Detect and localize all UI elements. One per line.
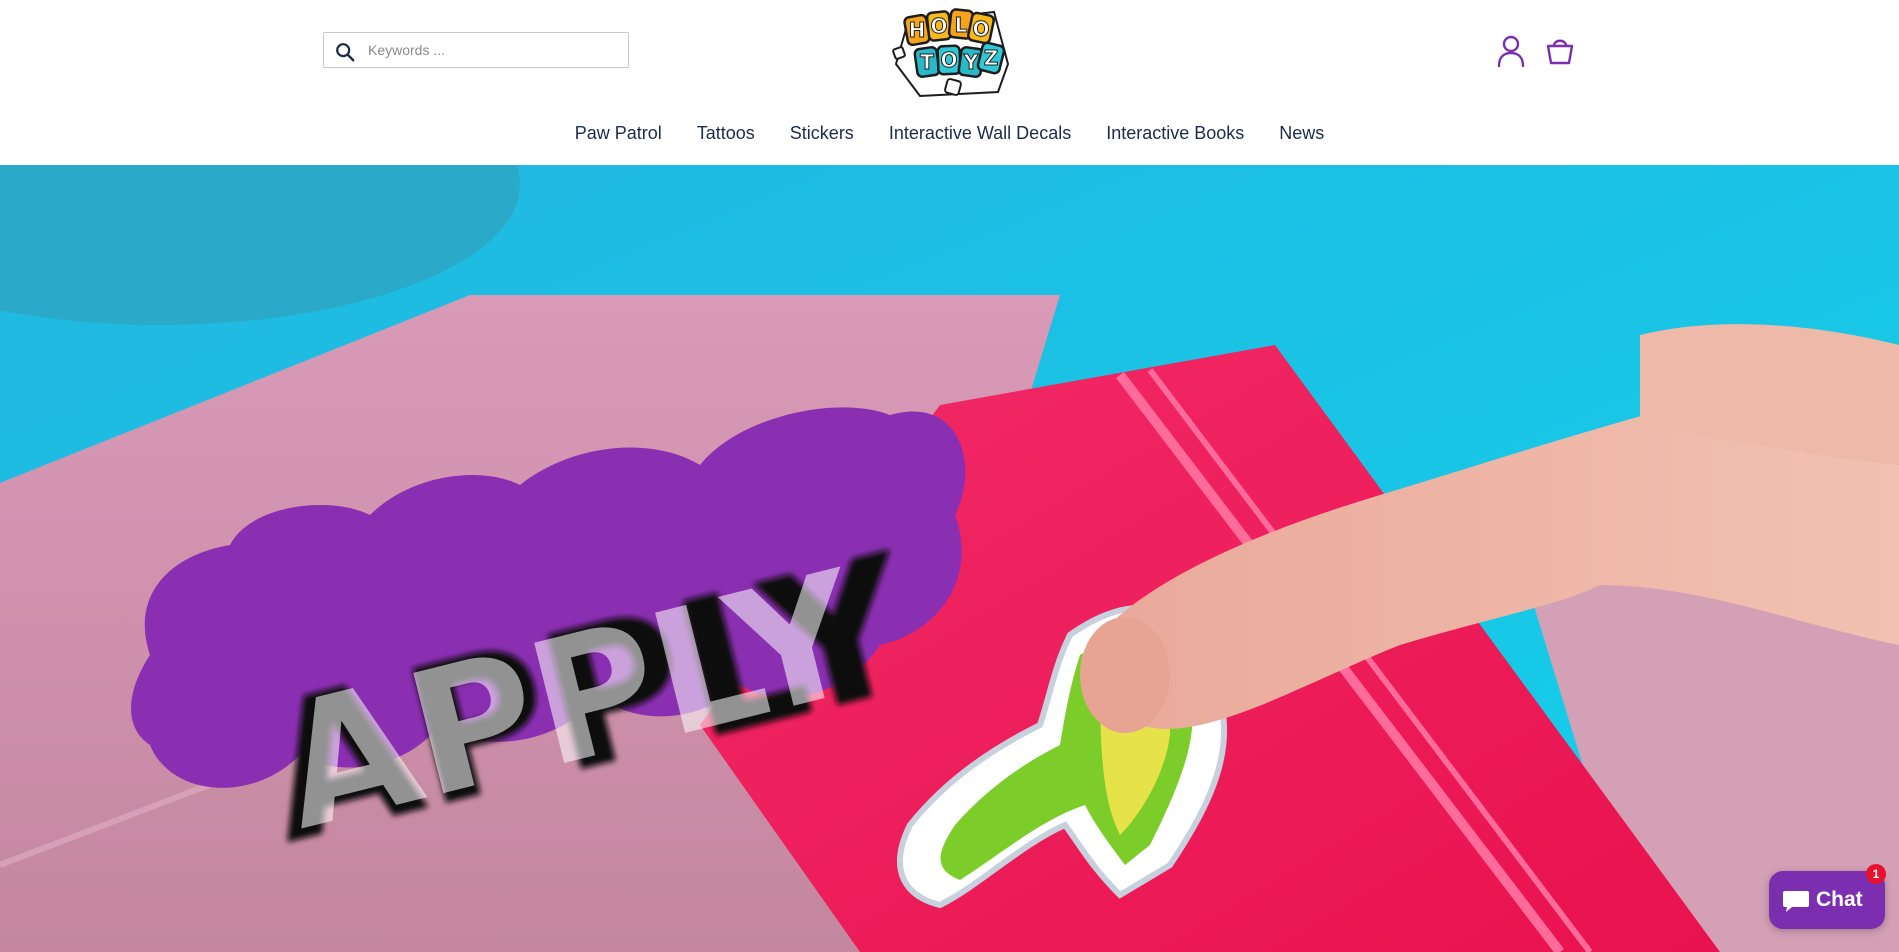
svg-text:Y: Y	[963, 50, 979, 74]
shopping-bag-icon[interactable]	[1545, 36, 1575, 66]
site-header: H O L O T O Y Z Paw Patrol Tattoos St	[0, 0, 1899, 165]
chat-bubble-icon	[1783, 891, 1809, 912]
svg-text:L: L	[955, 13, 968, 37]
svg-text:H: H	[909, 18, 926, 42]
hero-video[interactable]: APPLY APPLY	[0, 165, 1899, 952]
chat-notification-badge: 1	[1866, 864, 1886, 884]
chat-label: Chat	[1816, 888, 1863, 911]
search-box[interactable]	[323, 32, 629, 68]
svg-text:T: T	[920, 50, 934, 74]
svg-text:O: O	[930, 14, 947, 38]
search-icon[interactable]	[334, 41, 356, 63]
nav-item-news[interactable]: News	[1279, 118, 1324, 148]
holo-toyz-logo[interactable]: H O L O T O Y Z	[890, 4, 1016, 100]
svg-text:O: O	[972, 17, 989, 41]
search-input[interactable]	[368, 37, 618, 63]
nav-item-paw-patrol[interactable]: Paw Patrol	[575, 118, 662, 148]
nav-item-interactive-books[interactable]: Interactive Books	[1106, 118, 1244, 148]
user-icon[interactable]	[1497, 35, 1525, 67]
hero-illustration: APPLY APPLY	[0, 165, 1899, 952]
svg-text:O: O	[940, 48, 957, 72]
page: H O L O T O Y Z Paw Patrol Tattoos St	[0, 0, 1899, 952]
nav-item-interactive-wall-decals[interactable]: Interactive Wall Decals	[889, 118, 1071, 148]
nav-item-tattoos[interactable]: Tattoos	[697, 118, 755, 148]
svg-text:Z: Z	[984, 46, 999, 70]
main-navigation: Paw Patrol Tattoos Stickers Interactive …	[0, 118, 1899, 148]
nav-item-stickers[interactable]: Stickers	[790, 118, 854, 148]
